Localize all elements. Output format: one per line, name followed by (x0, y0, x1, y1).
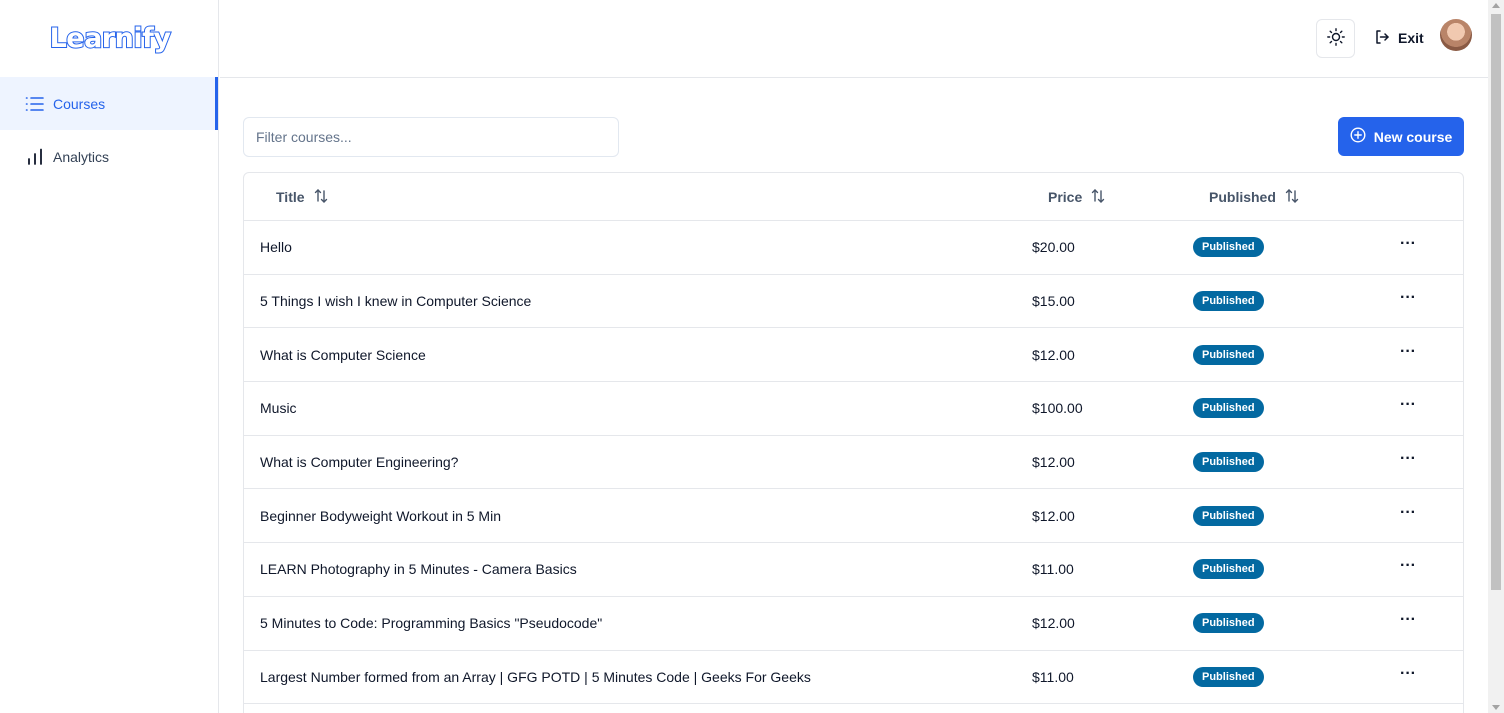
course-title: 5 Minutes to Code: Programming Basics "P… (260, 615, 603, 632)
sidebar: Learnify Courses Analytics (0, 0, 219, 713)
avatar[interactable] (1440, 19, 1472, 51)
status-badge: Published (1193, 291, 1264, 312)
new-course-label: New course (1373, 128, 1453, 145)
filter-courses-input[interactable] (243, 117, 619, 157)
status-badge: Published (1193, 344, 1264, 365)
row-actions-button[interactable]: ··· (1398, 433, 1418, 486)
theme-toggle-button[interactable] (1316, 19, 1355, 58)
scrollbar[interactable] (1488, 0, 1504, 713)
status-cell: Published (1193, 597, 1264, 650)
status-badge: Published (1193, 237, 1264, 258)
table-row[interactable]: 5 Things I wish I knew in Computer Scien… (244, 275, 1463, 329)
list-icon (25, 94, 45, 114)
status-badge: Published (1193, 666, 1264, 687)
table-row[interactable]: What is Computer Engineering? $12.00 Publi… (244, 436, 1463, 490)
course-title: LEARN Photography in 5 Minutes - Camera … (260, 561, 577, 578)
sort-icon (305, 188, 329, 207)
logo[interactable]: Learnify (0, 0, 218, 77)
status-badge: Published (1193, 398, 1264, 419)
sort-icon (1082, 188, 1106, 207)
status-cell: Published (1193, 489, 1264, 542)
table-body: Hello $20.00 Published ··· 5 Things I wish I… (244, 221, 1463, 705)
column-header-published[interactable]: Published (1209, 173, 1300, 221)
status-badge: Published (1193, 613, 1264, 634)
column-price-label: Price (1048, 189, 1083, 205)
course-price: $12.00 (1032, 454, 1075, 471)
course-title: Music (260, 400, 297, 417)
table-row[interactable]: Music $100.00 Published ··· (244, 382, 1463, 436)
course-price: $20.00 (1032, 239, 1075, 256)
column-published-label: Published (1209, 189, 1276, 205)
bar-chart-icon (25, 147, 45, 167)
table-row[interactable]: Largest Number formed from an Array | GF… (244, 651, 1463, 705)
status-cell: Published (1193, 221, 1264, 274)
exit-button[interactable]: Exit (1374, 27, 1424, 49)
new-course-button[interactable]: New course (1338, 117, 1464, 156)
logout-icon (1374, 29, 1398, 48)
row-actions-button[interactable]: ··· (1398, 325, 1418, 378)
scroll-down-icon[interactable] (1492, 705, 1500, 710)
sidebar-item-label: Analytics (53, 148, 110, 165)
status-badge: Published (1193, 559, 1264, 580)
course-price: $11.00 (1032, 561, 1074, 578)
row-actions-button[interactable]: ··· (1398, 379, 1418, 432)
table-row[interactable]: What is Computer Science $12.00 Published ·… (244, 325, 1463, 383)
course-title: What is Computer Engineering? (260, 454, 459, 471)
row-actions-button[interactable]: ··· (1398, 540, 1418, 593)
course-title: Largest Number formed from an Array | GF… (260, 668, 811, 685)
course-title: Beginner Bodyweight Workout in 5 Min (260, 507, 501, 524)
exit-label: Exit (1398, 30, 1424, 46)
course-price: $15.00 (1032, 293, 1075, 310)
row-actions-button[interactable]: ··· (1398, 648, 1418, 701)
sidebar-item-analytics[interactable]: Analytics (0, 130, 218, 183)
course-price: $100.00 (1032, 400, 1083, 417)
scroll-up-icon[interactable] (1492, 3, 1500, 8)
column-title-label: Title (276, 189, 305, 205)
column-header-price[interactable]: Price (1048, 173, 1106, 221)
topbar: Exit (220, 0, 1488, 78)
table-row[interactable]: Beginner Bodyweight Workout in 5 Min $12.… (244, 486, 1463, 544)
table-row[interactable]: Hello $20.00 Published ··· (244, 221, 1463, 275)
status-badge: Published (1193, 452, 1264, 473)
sun-icon (1326, 28, 1345, 49)
row-actions-button[interactable]: ··· (1398, 594, 1418, 647)
plus-circle-icon (1350, 127, 1374, 146)
status-cell: Published (1193, 651, 1264, 704)
table-row[interactable]: 5 Minutes to Code: Programming Basics "P… (244, 597, 1463, 651)
status-cell: Published (1193, 543, 1264, 596)
status-cell: Published (1193, 275, 1264, 328)
table-header: Title Price Published (244, 173, 1463, 221)
course-price: $12.00 (1032, 615, 1075, 632)
course-title: 5 Things I wish I knew in Computer Scien… (260, 293, 532, 310)
course-price: $11.00 (1032, 668, 1074, 685)
sort-icon (1276, 188, 1300, 207)
course-price: $12.00 (1032, 346, 1075, 363)
course-price: $12.00 (1032, 507, 1075, 524)
courses-table: Title Price Published Hello $20.00 Publish… (243, 172, 1464, 713)
table-row[interactable]: LEARN Photography in 5 Minutes - Camera … (244, 543, 1463, 597)
sidebar-item-label: Courses (53, 95, 106, 112)
scrollbar-thumb[interactable] (1491, 14, 1501, 590)
row-actions-button[interactable]: ··· (1398, 272, 1418, 325)
status-cell: Published (1193, 436, 1264, 489)
course-title: What is Computer Science (260, 346, 426, 363)
status-cell: Published (1193, 382, 1264, 435)
row-actions-button[interactable]: ··· (1398, 218, 1418, 271)
status-cell: Published (1193, 328, 1264, 381)
status-badge: Published (1193, 505, 1264, 526)
row-actions-button[interactable]: ··· (1398, 486, 1418, 539)
column-header-title[interactable]: Title (276, 173, 329, 221)
sidebar-item-courses[interactable]: Courses (0, 77, 218, 130)
logo-text: Learnify (49, 22, 172, 55)
course-title: Hello (260, 239, 292, 256)
